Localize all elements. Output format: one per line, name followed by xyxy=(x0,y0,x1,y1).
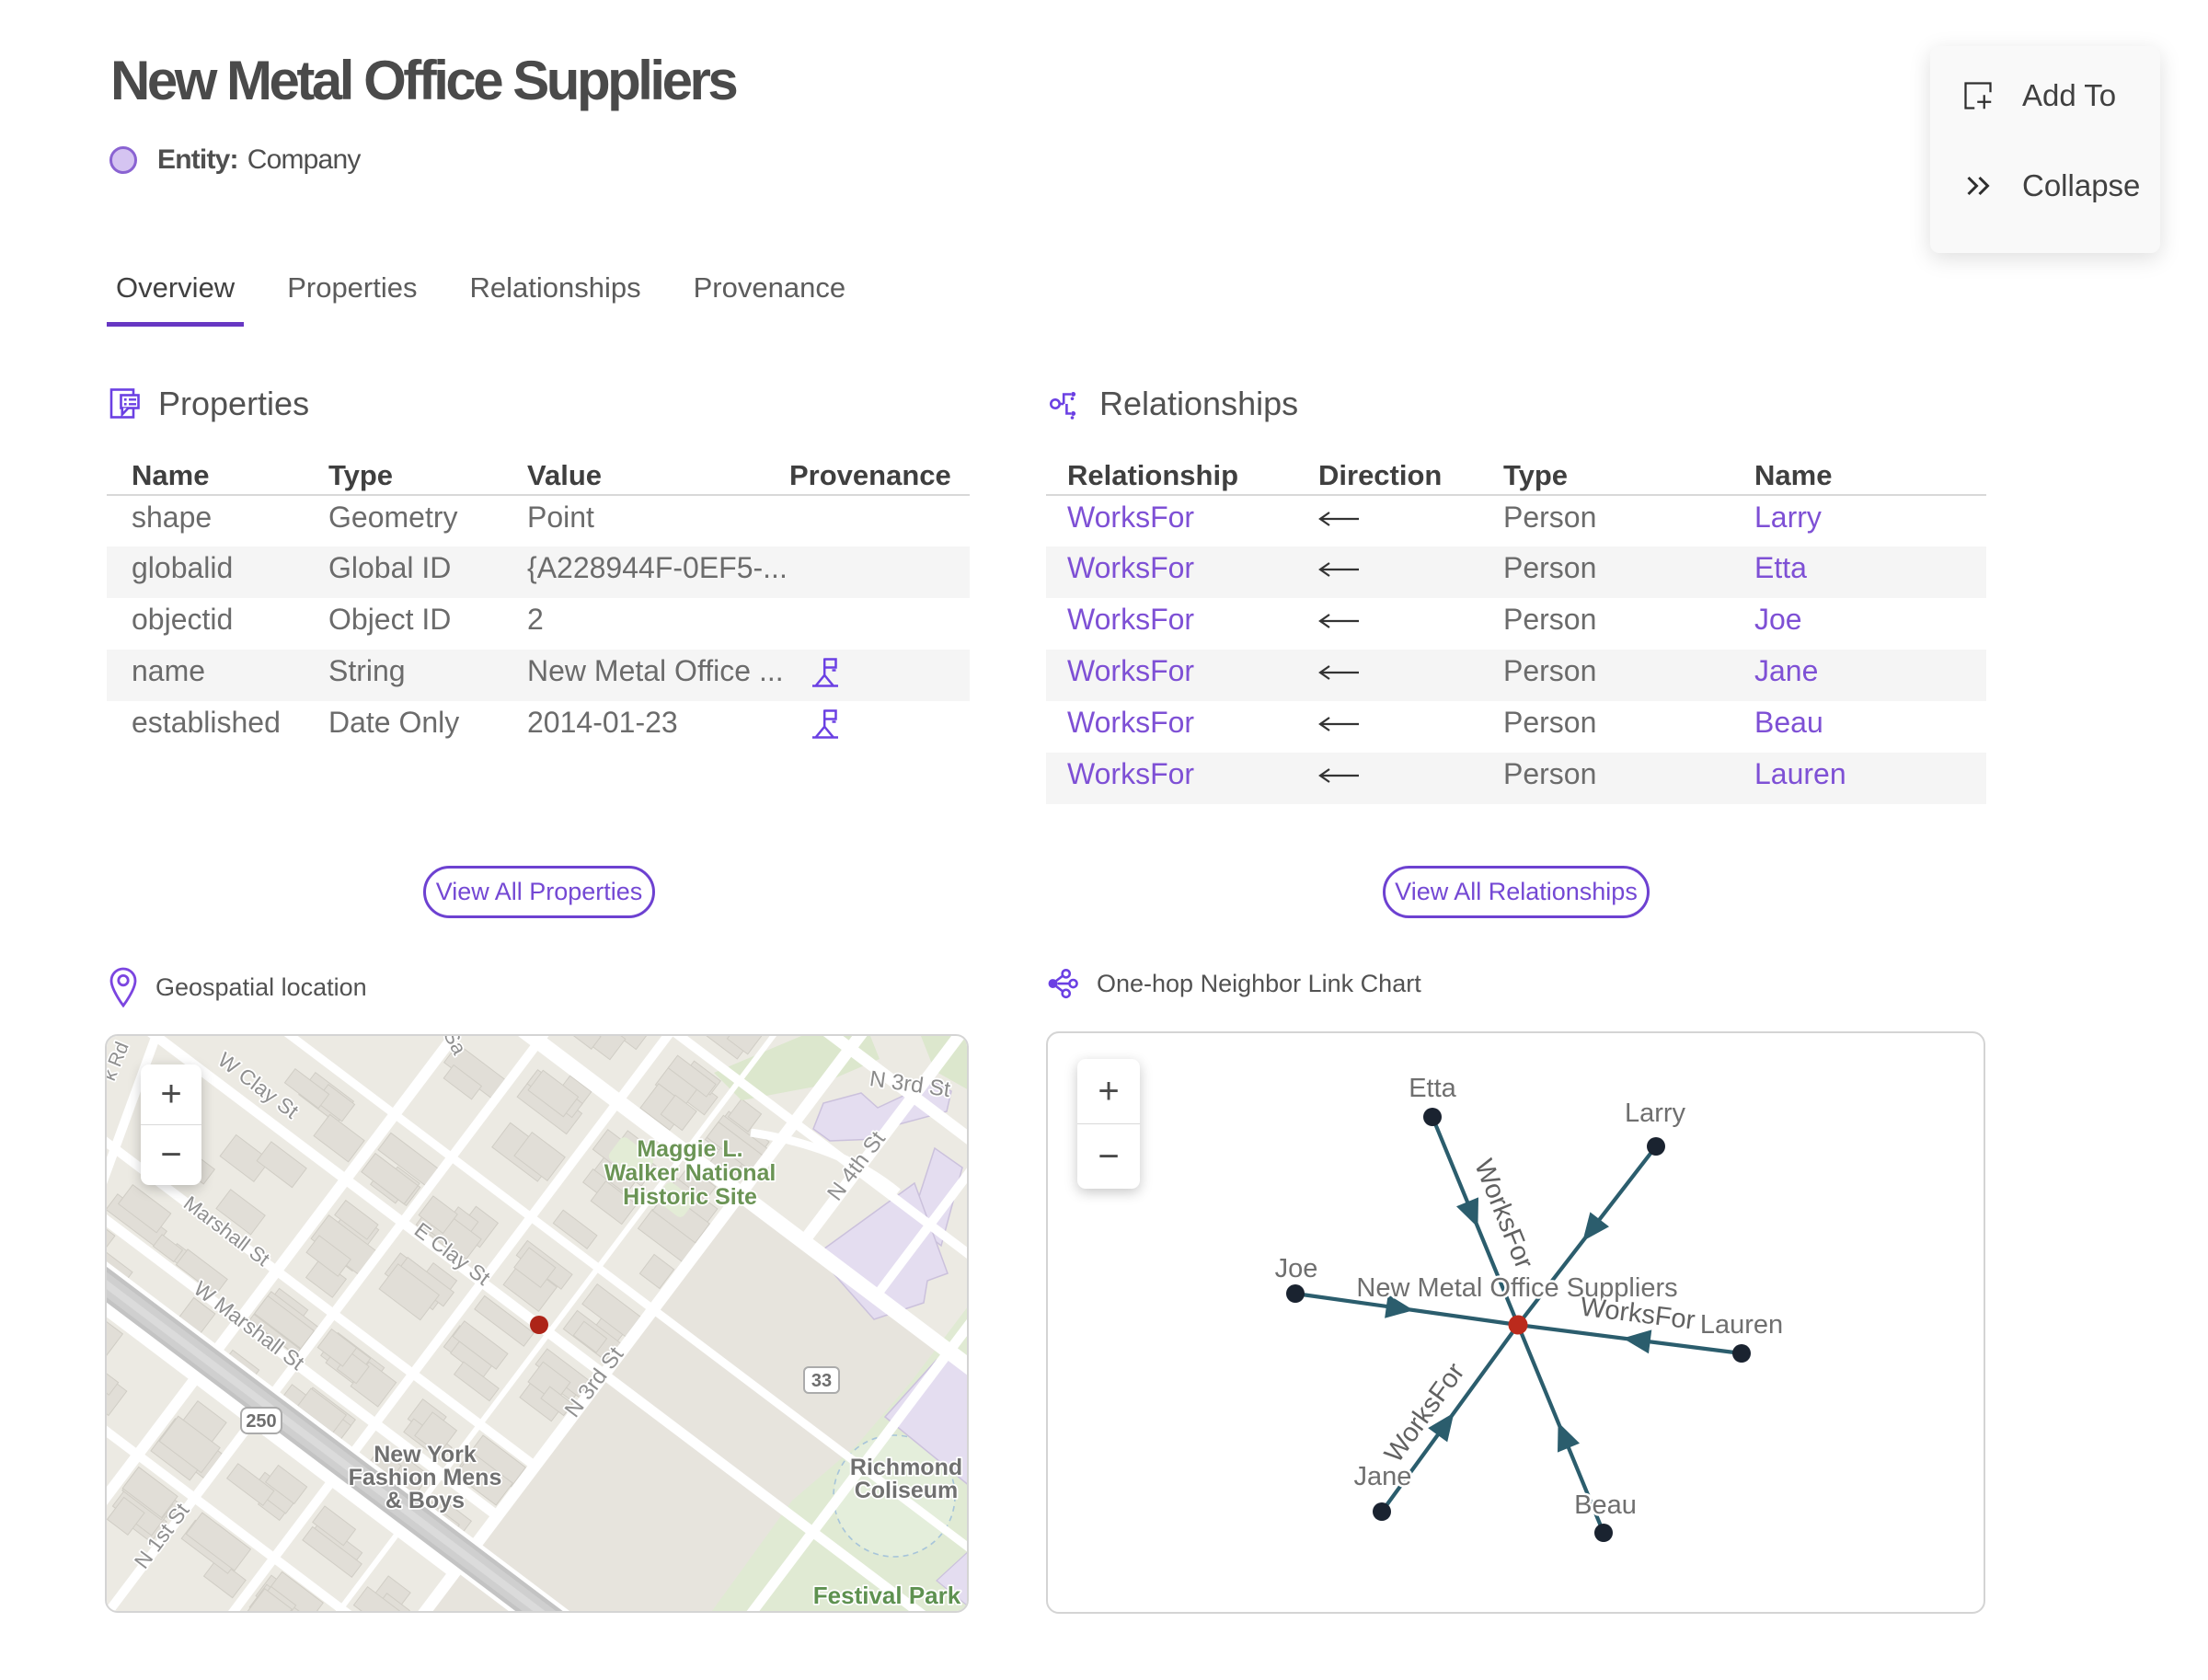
svg-text:33: 33 xyxy=(811,1371,832,1391)
svg-text:Larry: Larry xyxy=(1625,1099,1686,1128)
svg-text:Walker National: Walker National xyxy=(604,1160,776,1186)
svg-text:New York: New York xyxy=(374,1442,477,1467)
svg-text:Historic Site: Historic Site xyxy=(623,1184,757,1210)
svg-text:250: 250 xyxy=(246,1411,276,1432)
svg-text:Festival Park: Festival Park xyxy=(813,1582,961,1609)
svg-text:Fashion Mens: Fashion Mens xyxy=(349,1465,502,1490)
svg-text:& Boys: & Boys xyxy=(385,1488,465,1513)
svg-text:Etta: Etta xyxy=(1409,1074,1456,1103)
svg-text:Maggie L.: Maggie L. xyxy=(637,1136,742,1162)
svg-text:WorksFor: WorksFor xyxy=(1468,1156,1539,1273)
svg-text:WorksFor: WorksFor xyxy=(1579,1293,1696,1336)
svg-text:Beau: Beau xyxy=(1574,1490,1637,1520)
svg-text:Joe: Joe xyxy=(1275,1254,1318,1283)
svg-text:Lauren: Lauren xyxy=(1700,1310,1783,1340)
svg-text:Richmond: Richmond xyxy=(850,1455,962,1480)
svg-text:Coliseum: Coliseum xyxy=(855,1478,959,1503)
